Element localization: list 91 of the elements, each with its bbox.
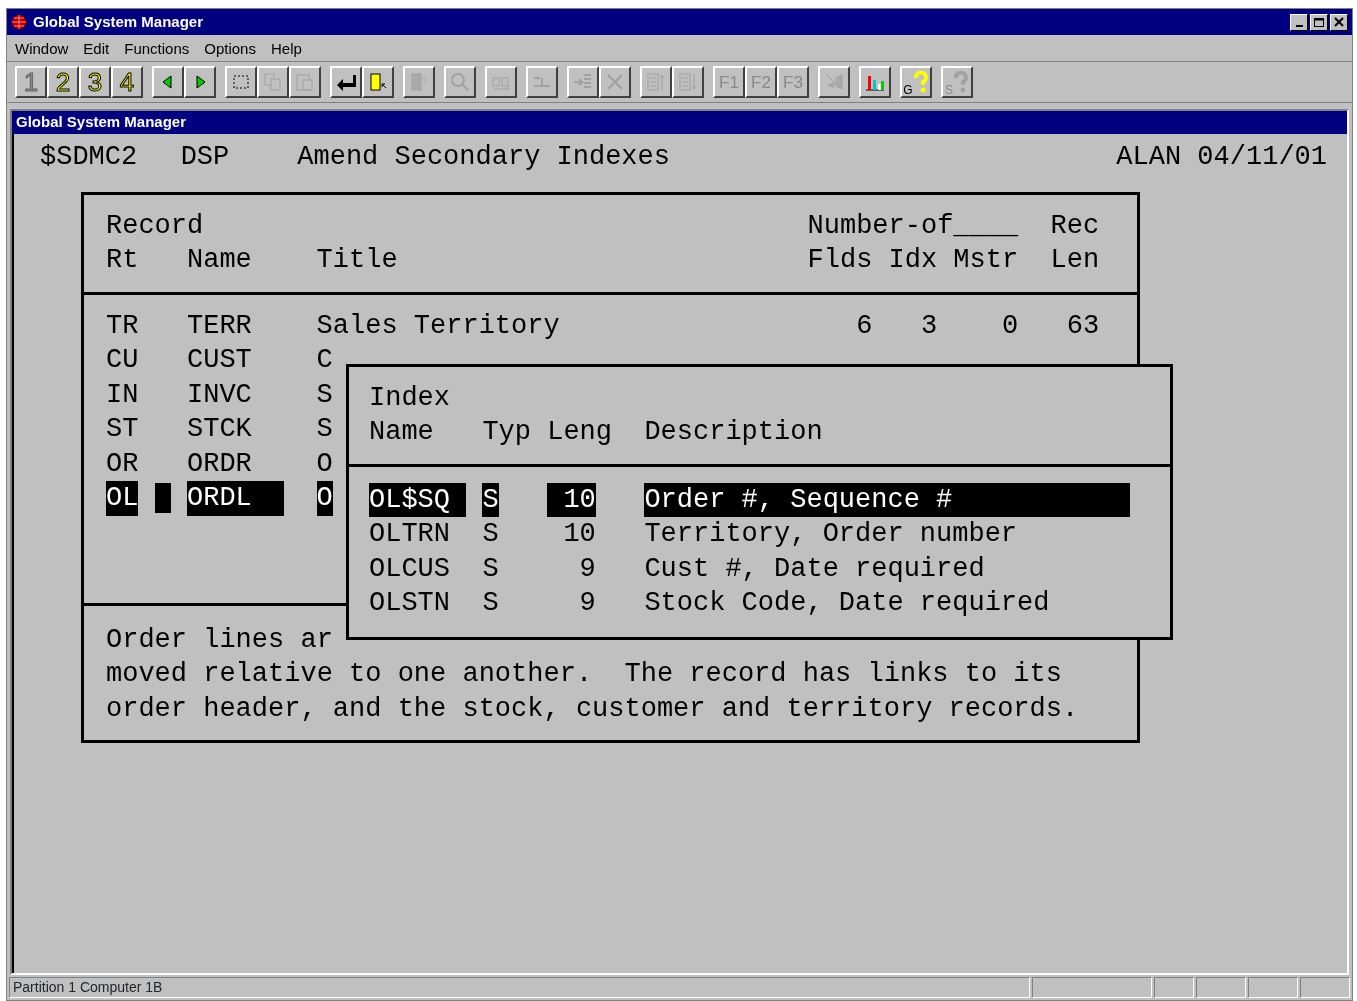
column-heading: Name: [369, 416, 435, 449]
table-cell[interactable]: OL$SQ: [369, 482, 467, 517]
user-date: ALAN 04/11/01: [1116, 141, 1327, 174]
program-code: $SDMC2: [40, 141, 138, 174]
column-heading: Rec: [1049, 209, 1100, 243]
help-letter: G: [903, 84, 913, 96]
column-heading: Len: [1049, 244, 1100, 277]
toolbar-button[interactable]: [859, 66, 891, 98]
table-cell[interactable]: S: [482, 517, 499, 552]
table-cell[interactable]: ORDL: [187, 481, 285, 516]
table-cell[interactable]: Stock Code, Date required: [644, 586, 1050, 621]
column-heading: Number-of____: [807, 209, 1019, 243]
table-cell[interactable]: OLCUS: [369, 551, 450, 586]
table-cell[interactable]: OLSTN: [369, 586, 450, 621]
toolbar-button[interactable]: [225, 66, 257, 98]
maximize-button[interactable]: [1310, 13, 1328, 31]
table-cell[interactable]: 10: [547, 517, 596, 552]
status-pane: [1196, 977, 1246, 998]
column-heading: Mstr: [952, 244, 1019, 277]
table-cell[interactable]: INVC: [187, 377, 252, 412]
table-cell[interactable]: 6: [856, 308, 873, 343]
minimize-icon: [1295, 25, 1303, 27]
maximize-icon: [1314, 17, 1324, 27]
screen-heading: Amend Secondary Indexes: [297, 141, 670, 174]
table-cell[interactable]: CU: [106, 343, 139, 378]
column-heading: Leng: [547, 416, 613, 449]
table-cell[interactable]: 0: [1001, 308, 1019, 343]
menu-item[interactable]: Options: [204, 38, 256, 58]
column-heading: Title: [316, 244, 399, 277]
table-cell[interactable]: TR: [106, 308, 139, 343]
window-title: Global System Manager: [33, 11, 204, 32]
column-heading: Typ: [482, 416, 532, 449]
status-pane: [1300, 977, 1350, 998]
table-cell[interactable]: TERR: [187, 308, 252, 343]
table-cell[interactable]: Territory, Order number: [644, 517, 1018, 552]
column-heading: Index: [369, 381, 451, 415]
globe-icon: [11, 14, 27, 30]
status-pane: [1248, 977, 1298, 998]
table-cell[interactable]: Sales Territory: [316, 308, 560, 343]
menu-item[interactable]: Window: [15, 38, 69, 58]
help-letter: S: [945, 84, 953, 96]
table-cell[interactable]: S: [482, 482, 499, 517]
table-cell[interactable]: OL: [106, 481, 139, 516]
table-cell[interactable]: OR: [106, 446, 139, 481]
toolbar-button[interactable]: [330, 66, 362, 98]
table-cell[interactable]: S: [482, 551, 499, 586]
mode-code: DSP: [180, 141, 230, 174]
table-cell[interactable]: S: [316, 377, 333, 412]
table-cell[interactable]: C: [316, 343, 333, 378]
close-button[interactable]: [1330, 13, 1348, 31]
menu-item[interactable]: Edit: [83, 38, 110, 58]
table-cell[interactable]: IN: [106, 377, 139, 412]
description-text: order header, and the stock, customer and territory records.: [106, 693, 1079, 724]
menu-item[interactable]: Functions: [124, 38, 190, 58]
minimize-button[interactable]: [1290, 13, 1308, 31]
table-cell[interactable]: ST: [106, 412, 139, 447]
column-heading: Rt: [106, 244, 140, 277]
column-heading: Flds: [807, 244, 873, 277]
cursor-block: [154, 482, 171, 513]
table-cell[interactable]: 3: [920, 308, 938, 343]
table-cell[interactable]: 9: [547, 551, 596, 586]
table-cell[interactable]: 63: [1066, 308, 1100, 343]
table-cell[interactable]: S: [316, 412, 333, 447]
table-cell[interactable]: O: [316, 446, 333, 481]
column-heading: Record: [106, 209, 205, 243]
table-cell[interactable]: STCK: [187, 412, 252, 447]
column-heading: Idx: [887, 244, 938, 277]
table-cell[interactable]: 10: [547, 482, 596, 517]
table-cell[interactable]: OLTRN: [369, 517, 450, 552]
table-cell[interactable]: ORDR: [187, 446, 252, 481]
table-cell[interactable]: Cust #, Date required: [644, 551, 985, 586]
toolbar-button[interactable]: [152, 66, 184, 98]
toolbar-button[interactable]: [184, 66, 216, 98]
table-cell[interactable]: Order #, Sequence #: [644, 482, 1131, 517]
table-cell[interactable]: O: [316, 481, 333, 516]
table-cell[interactable]: S: [482, 586, 499, 621]
toolbar-button[interactable]: [362, 66, 394, 98]
toolbar-button[interactable]: G: [900, 66, 932, 98]
close-icon: [1334, 17, 1344, 27]
status-pane: [1154, 977, 1194, 998]
status-text: Partition 1 Computer 1B: [9, 977, 1030, 998]
column-heading: Name: [187, 244, 253, 277]
table-cell[interactable]: CUST: [187, 343, 252, 378]
description-text: moved relative to one another. The record has links to its: [106, 659, 1062, 689]
question-mark-icon: [912, 71, 929, 93]
table-cell[interactable]: 9: [547, 586, 596, 621]
description-text: Order lines ar: [106, 624, 333, 655]
window-title: Global System Manager: [16, 112, 187, 133]
question-mark-icon: [953, 71, 969, 93]
menu-item[interactable]: Help: [270, 38, 302, 58]
column-heading: Description: [644, 416, 824, 449]
